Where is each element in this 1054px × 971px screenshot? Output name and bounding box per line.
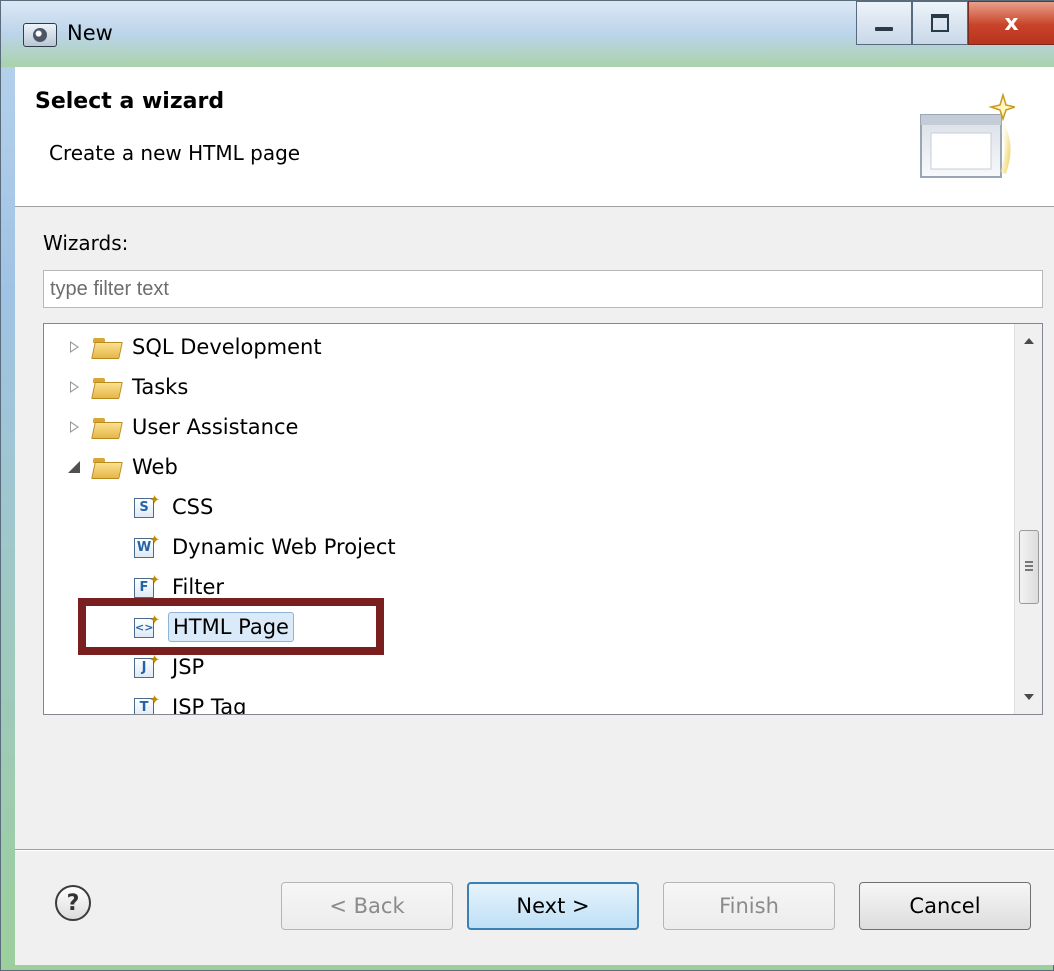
tree-item-label: CSS <box>172 495 214 519</box>
filter-input[interactable]: type filter text <box>43 270 1043 308</box>
tree-item-label: JSP <box>172 655 205 679</box>
tree-folder-web[interactable]: Web <box>66 448 182 486</box>
wizards-label: Wizards: <box>43 231 129 255</box>
scroll-down-icon[interactable] <box>1015 684 1042 710</box>
close-button[interactable]: x <box>968 1 1054 45</box>
tree-folder-user-assistance[interactable]: User Assistance <box>66 408 302 446</box>
tree-item-label: Web <box>132 455 178 479</box>
jsp-tag-icon: T ✦ <box>132 694 160 714</box>
help-icon[interactable]: ? <box>55 885 91 921</box>
banner-description: Create a new HTML page <box>49 141 301 165</box>
new-wizard-graphic-icon <box>920 92 1015 178</box>
tree-folder-tasks[interactable]: Tasks <box>66 368 192 406</box>
new-wizard-window: New x Select a wizard Create a new HTML … <box>0 0 1054 971</box>
wizard-banner: Select a wizard Create a new HTML page <box>15 67 1054 207</box>
back-button[interactable]: < Back <box>281 882 453 930</box>
title-bar[interactable]: New x <box>1 1 1054 67</box>
tree-item-label: User Assistance <box>132 415 299 439</box>
window-controls: x <box>856 1 1054 45</box>
next-button[interactable]: Next > <box>467 882 639 930</box>
maximize-button[interactable] <box>912 1 968 45</box>
expand-arrow-icon[interactable] <box>66 377 86 397</box>
tree-item-label: Filter <box>172 575 225 599</box>
scroll-thumb[interactable] <box>1019 530 1039 604</box>
scroll-up-icon[interactable] <box>1015 328 1042 354</box>
filter-icon: F ✦ <box>132 574 160 600</box>
tree-item-jsp-tag[interactable]: T ✦ JSP Tag <box>132 688 250 715</box>
jsp-file-icon: J ✦ <box>132 654 160 680</box>
folder-icon <box>92 336 122 358</box>
tree-item-label: SQL Development <box>132 335 322 359</box>
collapse-arrow-icon[interactable] <box>66 457 86 477</box>
dialog-content: Select a wizard Create a new HTML page W… <box>15 67 1054 965</box>
css-file-icon: S ✦ <box>132 494 160 520</box>
tree-item-css[interactable]: S ✦ CSS <box>132 488 217 526</box>
web-project-icon: W ✦ <box>132 534 160 560</box>
cancel-button[interactable]: Cancel <box>859 882 1031 930</box>
expand-arrow-icon[interactable] <box>66 417 86 437</box>
tree-item-label: Tasks <box>132 375 189 399</box>
folder-icon <box>92 376 122 398</box>
wizard-tree[interactable]: SQL Development Tasks User Assistance We… <box>43 323 1043 715</box>
minimize-button[interactable] <box>856 1 912 45</box>
annotation-highlight-box <box>78 598 384 655</box>
window-title: New <box>67 21 113 45</box>
footer-divider <box>15 849 1054 851</box>
folder-open-icon <box>92 456 122 478</box>
eclipse-app-icon <box>23 23 57 47</box>
folder-icon <box>92 416 122 438</box>
tree-item-dynamic-web-project[interactable]: W ✦ Dynamic Web Project <box>132 528 400 566</box>
tree-item-label: Dynamic Web Project <box>172 535 396 559</box>
tree-scrollbar[interactable] <box>1014 324 1042 714</box>
finish-button[interactable]: Finish <box>663 882 835 930</box>
expand-arrow-icon[interactable] <box>66 337 86 357</box>
tree-item-label: JSP Tag <box>172 695 247 715</box>
banner-title: Select a wizard <box>35 89 225 114</box>
tree-folder-sql-development[interactable]: SQL Development <box>66 328 326 366</box>
close-icon: x <box>1004 10 1019 36</box>
